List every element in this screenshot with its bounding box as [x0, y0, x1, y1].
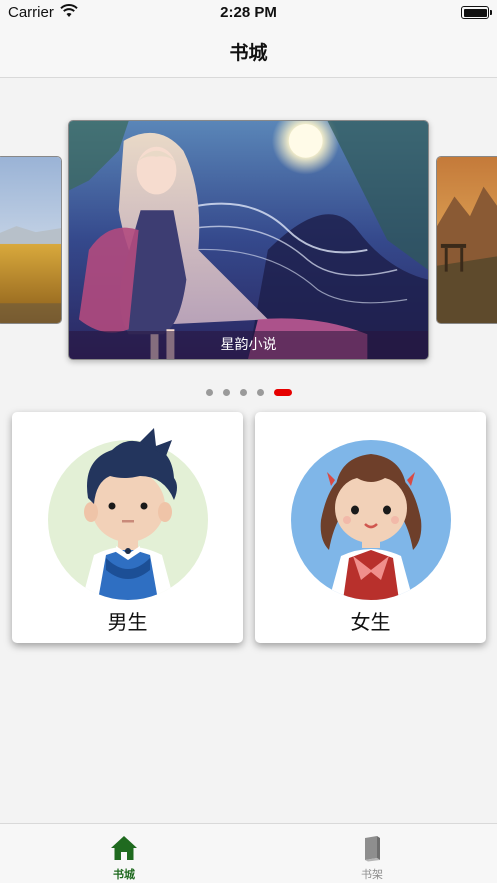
boy-avatar	[48, 428, 208, 600]
battery-icon	[461, 6, 492, 19]
girl-avatar	[291, 440, 451, 600]
tab-bookshelf[interactable]: 书架	[248, 824, 496, 883]
page-title: 书城	[229, 42, 268, 64]
page-indicator[interactable]	[0, 388, 497, 396]
mountain-village-image	[437, 157, 497, 323]
banner-slide-current[interactable]: 星韵小说	[68, 120, 429, 360]
home-icon	[111, 836, 137, 860]
tab-bookstore[interactable]: 书城	[0, 824, 248, 883]
status-time: 2:28 PM	[220, 4, 277, 21]
navigation-bar: 书城	[0, 26, 497, 78]
anime-girl-moonlight-image	[69, 121, 428, 359]
wheat-field-image	[0, 157, 61, 323]
banner-slide-next[interactable]	[436, 156, 497, 324]
boy-category-card[interactable]: 男生	[12, 412, 243, 643]
page-dot[interactable]	[205, 388, 213, 396]
tab-bar: 书城 书架	[0, 823, 497, 883]
banner-slide-previous[interactable]	[0, 156, 62, 324]
page-dot[interactable]	[256, 388, 264, 396]
status-bar: Carrier 2:28 PM	[0, 0, 497, 26]
book-icon	[365, 836, 380, 862]
page-dot[interactable]	[239, 388, 247, 396]
girl-category-label: 女生	[350, 610, 391, 634]
banner-caption: 星韵小说	[69, 331, 428, 359]
banner-carousel[interactable]: 星韵小说	[0, 100, 497, 380]
page-dot[interactable]	[222, 388, 230, 396]
page-dot-active[interactable]	[273, 388, 292, 396]
girl-category-card[interactable]: 女生	[255, 412, 486, 643]
boy-category-label: 男生	[107, 610, 148, 634]
tab-bookshelf-label: 书架	[361, 868, 383, 881]
tab-bookstore-label: 书城	[113, 868, 135, 881]
